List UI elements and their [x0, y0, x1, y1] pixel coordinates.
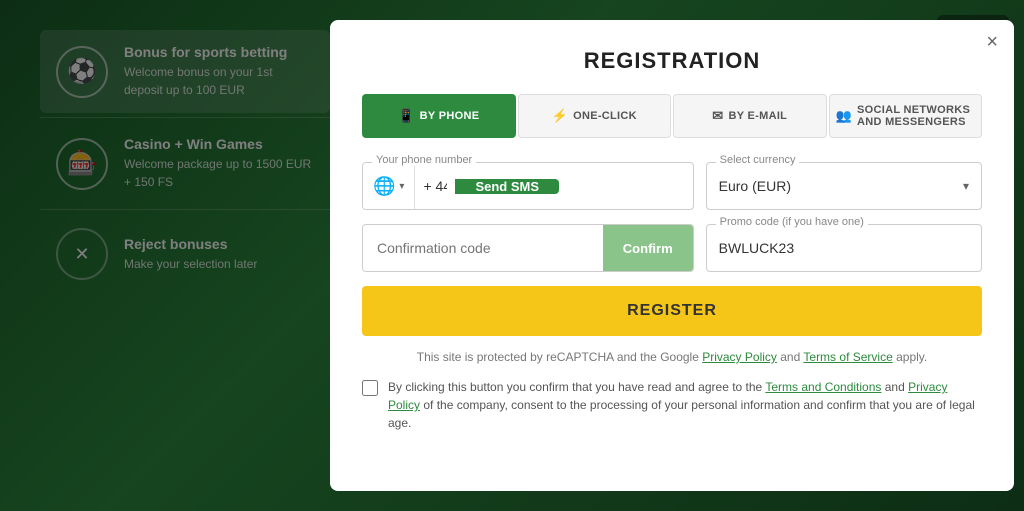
phone-prefix-input[interactable] — [415, 178, 455, 194]
recaptcha-and: and — [780, 350, 803, 364]
promo-input[interactable] — [719, 240, 969, 256]
terms-and: and — [885, 380, 908, 394]
currency-select-wrapper: Euro (EUR) USD (USD) GBP (GBP) ▾ — [706, 162, 982, 210]
phone-tab-icon: 📱 — [398, 108, 415, 124]
tab-by-phone-label: BY PHONE — [420, 110, 480, 122]
confirmation-promo-row: Confirm Promo code (if you have one) — [362, 224, 982, 272]
one-click-tab-icon: ⚡ — [552, 108, 569, 124]
currency-label: Select currency — [716, 154, 800, 166]
promo-label: Promo code (if you have one) — [716, 216, 868, 228]
terms-checkbox[interactable] — [362, 380, 378, 396]
modal-title: REGISTRATION — [362, 48, 982, 74]
register-button[interactable]: REGISTER — [362, 286, 982, 336]
recaptcha-prefix: This site is protected by reCAPTCHA and … — [417, 350, 702, 364]
phone-label: Your phone number — [372, 154, 476, 166]
terms-row: By clicking this button you confirm that… — [362, 378, 982, 432]
registration-tabs: 📱 BY PHONE ⚡ ONE-CLICK ✉ BY E-MAIL 👥 SOC… — [362, 94, 982, 138]
currency-field-group: Select currency Euro (EUR) USD (USD) GBP… — [706, 162, 982, 210]
tab-by-phone[interactable]: 📱 BY PHONE — [362, 94, 516, 138]
currency-chevron-icon: ▾ — [963, 179, 969, 193]
tab-by-email[interactable]: ✉ BY E-MAIL — [673, 94, 827, 138]
terms-conditions-link[interactable]: Terms and Conditions — [765, 380, 881, 394]
confirmation-field-group: Confirm — [362, 224, 694, 272]
close-button[interactable]: × — [986, 32, 998, 52]
currency-select[interactable]: Euro (EUR) USD (USD) GBP (GBP) — [719, 178, 955, 194]
phone-currency-row: Your phone number 🌐 ▾ Send SMS Select cu… — [362, 162, 982, 210]
tab-by-email-label: BY E-MAIL — [728, 110, 787, 122]
terms-prefix: By clicking this button you confirm that… — [388, 380, 765, 394]
terms-suffix: of the company, consent to the processin… — [388, 398, 975, 430]
confirmation-input-wrapper: Confirm — [362, 224, 694, 272]
phone-flag-selector[interactable]: 🌐 ▾ — [363, 163, 415, 209]
confirm-button[interactable]: Confirm — [603, 225, 693, 271]
registration-modal: × REGISTRATION 📱 BY PHONE ⚡ ONE-CLICK ✉ … — [330, 20, 1014, 491]
email-tab-icon: ✉ — [712, 108, 723, 124]
flag-chevron-icon: ▾ — [399, 181, 404, 192]
recaptcha-privacy-link[interactable]: Privacy Policy — [702, 350, 777, 364]
recaptcha-notice: This site is protected by reCAPTCHA and … — [362, 350, 982, 364]
phone-field-group: Your phone number 🌐 ▾ Send SMS — [362, 162, 694, 210]
terms-text: By clicking this button you confirm that… — [388, 378, 982, 432]
flag-icon: 🌐 — [373, 176, 395, 197]
confirmation-input[interactable] — [363, 225, 603, 271]
tab-one-click-label: ONE-CLICK — [573, 110, 637, 122]
promo-input-wrapper — [706, 224, 982, 272]
social-tab-icon: 👥 — [836, 108, 853, 124]
send-sms-button[interactable]: Send SMS — [455, 179, 559, 194]
recaptcha-apply: apply. — [896, 350, 927, 364]
tab-social-label: SOCIAL NETWORKS AND MESSENGERS — [857, 104, 975, 128]
tab-social[interactable]: 👥 SOCIAL NETWORKS AND MESSENGERS — [829, 94, 983, 138]
promo-field-group: Promo code (if you have one) — [706, 224, 982, 272]
tab-one-click[interactable]: ⚡ ONE-CLICK — [518, 94, 672, 138]
phone-input-wrapper: 🌐 ▾ Send SMS — [362, 162, 694, 210]
recaptcha-terms-link[interactable]: Terms of Service — [803, 350, 892, 364]
